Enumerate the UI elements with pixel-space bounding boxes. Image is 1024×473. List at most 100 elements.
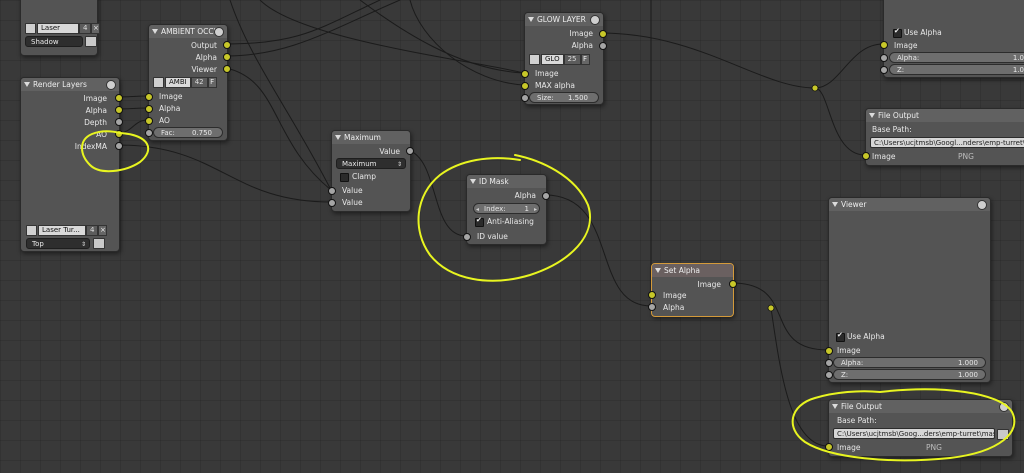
node-group-icon[interactable] <box>590 15 600 25</box>
viewer-icon[interactable] <box>977 200 987 210</box>
socket-z-in[interactable] <box>825 371 833 379</box>
socket-image-in[interactable] <box>145 93 153 101</box>
reroute-dot-bottom[interactable] <box>767 304 775 312</box>
socket-alpha-in[interactable] <box>145 105 153 113</box>
node-laser-top[interactable]: Laser 4 × Shadow <box>20 0 101 56</box>
group-selector[interactable]: AMBI 42 F <box>153 77 217 88</box>
socket-size-in[interactable] <box>521 94 529 102</box>
socket-ao-in[interactable] <box>145 117 153 125</box>
node-header[interactable]: Render Layers <box>21 78 119 91</box>
scene-name-field[interactable]: Laser <box>37 23 79 34</box>
layer-dropdown-top[interactable]: Top ⇕ <box>26 238 90 249</box>
unlink-icon[interactable]: × <box>91 23 101 34</box>
scene-selector-laser[interactable]: Laser 4 × <box>25 23 101 34</box>
node-viewer[interactable]: Viewer Use Alpha Image Alpha: 1.000 Z: 1.0… <box>825 197 991 383</box>
fac-field[interactable]: Fac: 0.750 <box>153 127 223 138</box>
use-alpha-label: Use Alpha <box>847 332 885 341</box>
group-name-field[interactable]: GLO <box>541 54 564 65</box>
fake-user-button[interactable]: F <box>580 54 590 65</box>
node-header[interactable]: AMBIENT OCCL. <box>149 25 227 38</box>
increment-arrow-icon[interactable]: ▸ <box>534 204 537 215</box>
unlink-icon[interactable]: × <box>98 225 108 236</box>
socket-alpha-in[interactable] <box>825 359 833 367</box>
z-field[interactable]: Z: 1.000 <box>833 369 986 380</box>
input-label-image: Image <box>159 92 183 101</box>
socket-value-in-1[interactable] <box>328 187 336 195</box>
node-header[interactable]: File Output <box>829 400 1012 413</box>
alpha-field[interactable]: Alpha: 1.0 <box>889 52 1024 63</box>
layer-dropdown-shadow[interactable]: Shadow <box>25 36 83 47</box>
node-file-output-top[interactable]: File Output Base Path: C:\Users\ucjtmsb\… <box>862 108 1024 166</box>
clamp-checkbox[interactable] <box>340 173 349 182</box>
socket-image-in[interactable] <box>521 70 529 78</box>
file-output-icon[interactable] <box>999 402 1009 412</box>
use-alpha-checkbox[interactable] <box>893 27 902 38</box>
socket-alpha-out[interactable] <box>542 192 550 200</box>
socket-image-out[interactable] <box>115 94 123 102</box>
link-glow-alpha-in <box>409 0 525 86</box>
reroute-dot-top[interactable] <box>811 84 819 92</box>
socket-idvalue-in[interactable] <box>463 233 471 241</box>
socket-alpha-out[interactable] <box>115 106 123 114</box>
z-label: Z: <box>897 66 905 74</box>
node-file-output-bottom[interactable]: File Output Base Path: C:\Users\ucjtmsb\… <box>825 399 1013 457</box>
socket-output[interactable] <box>223 41 231 49</box>
socket-ao-out[interactable] <box>115 130 123 138</box>
socket-indexma-out[interactable] <box>115 142 123 150</box>
node-header[interactable]: Maximum <box>332 131 410 144</box>
socket-value-in-2[interactable] <box>328 199 336 207</box>
layer-icon[interactable] <box>85 36 97 47</box>
node-set-alpha[interactable]: Set Alpha Image Image Alpha <box>648 263 737 317</box>
socket-value-out[interactable] <box>406 147 414 155</box>
index-field[interactable]: ◂ Index: 1 ▸ <box>473 203 540 214</box>
socket-image-out[interactable] <box>599 30 607 38</box>
output-label-alpha: Alpha <box>195 53 217 62</box>
decrement-arrow-icon[interactable]: ◂ <box>476 204 479 215</box>
group-selector[interactable]: GLO 25 F <box>529 54 590 65</box>
layer-icon[interactable] <box>93 238 105 249</box>
operation-dropdown[interactable]: Maximum ⇕ <box>336 158 406 169</box>
scene-name-field[interactable]: Laser Tur... <box>38 225 86 236</box>
folder-browse-icon[interactable] <box>997 429 1009 440</box>
size-field[interactable]: Size: 1.500 <box>529 92 599 103</box>
alpha-field[interactable]: Alpha: 1.000 <box>833 357 986 368</box>
socket-alpha-in[interactable] <box>880 54 888 62</box>
scene-selector[interactable]: Laser Tur... 4 × <box>26 225 108 236</box>
socket-image-in[interactable] <box>648 291 656 299</box>
socket-maxalpha-in[interactable] <box>521 82 529 90</box>
base-path-field[interactable]: C:\Users\ucjtmsb\Googl...nders\emp-turre… <box>870 137 1024 148</box>
node-render-layers[interactable]: Render Layers Image Alpha Depth AO Index… <box>20 77 123 252</box>
node-ambient-occlusion[interactable]: AMBIENT OCCL. Output Alpha Viewer AMBI 42… <box>145 24 231 141</box>
node-maximum[interactable]: Maximum Value Maximum ⇕ Clamp Value Value <box>328 130 414 212</box>
socket-alpha-out[interactable] <box>599 42 607 50</box>
socket-alpha-in[interactable] <box>648 303 656 311</box>
node-glow-layer[interactable]: GLOW LAYER Image Alpha GLO 25 F Image MAX … <box>521 12 607 105</box>
socket-depth-out[interactable] <box>115 118 123 126</box>
node-header[interactable]: Set Alpha <box>652 264 733 277</box>
socket-alpha-out[interactable] <box>223 53 231 61</box>
fake-user-button[interactable]: F <box>207 77 217 88</box>
socket-image-in[interactable] <box>862 152 870 160</box>
node-group-icon[interactable] <box>214 27 224 37</box>
z-field[interactable]: Z: 1.0 <box>889 64 1024 75</box>
node-header[interactable]: File Output <box>866 109 1024 122</box>
node-header[interactable]: GLOW LAYER <box>525 13 603 26</box>
link-glow-image-in <box>359 0 525 74</box>
use-alpha-checkbox[interactable] <box>836 331 845 342</box>
socket-image-out[interactable] <box>729 280 737 288</box>
socket-fac-in[interactable] <box>145 129 153 137</box>
node-header[interactable]: Viewer <box>829 198 990 211</box>
socket-z-in[interactable] <box>880 66 888 74</box>
node-composite-top[interactable]: Use Alpha Image Alpha: 1.0 Z: 1.0 <box>880 0 1024 78</box>
group-name-field[interactable]: AMBI <box>165 77 191 88</box>
base-path-field[interactable]: C:\Users\ucjtmsb\Goog...ders\emp-turret\… <box>833 428 995 439</box>
anti-aliasing-checkbox[interactable] <box>475 216 484 227</box>
socket-image-in[interactable] <box>825 443 833 451</box>
node-header[interactable]: ID Mask <box>467 175 546 188</box>
render-layers-icon[interactable] <box>106 80 116 90</box>
socket-image-in[interactable] <box>880 41 888 49</box>
socket-viewer-out[interactable] <box>223 65 231 73</box>
link-setalpha-fileout <box>770 307 829 447</box>
socket-image-in[interactable] <box>825 347 833 355</box>
node-id-mask[interactable]: ID Mask Alpha ◂ Index:1 ▸ Anti-Aliasing … <box>463 174 550 245</box>
